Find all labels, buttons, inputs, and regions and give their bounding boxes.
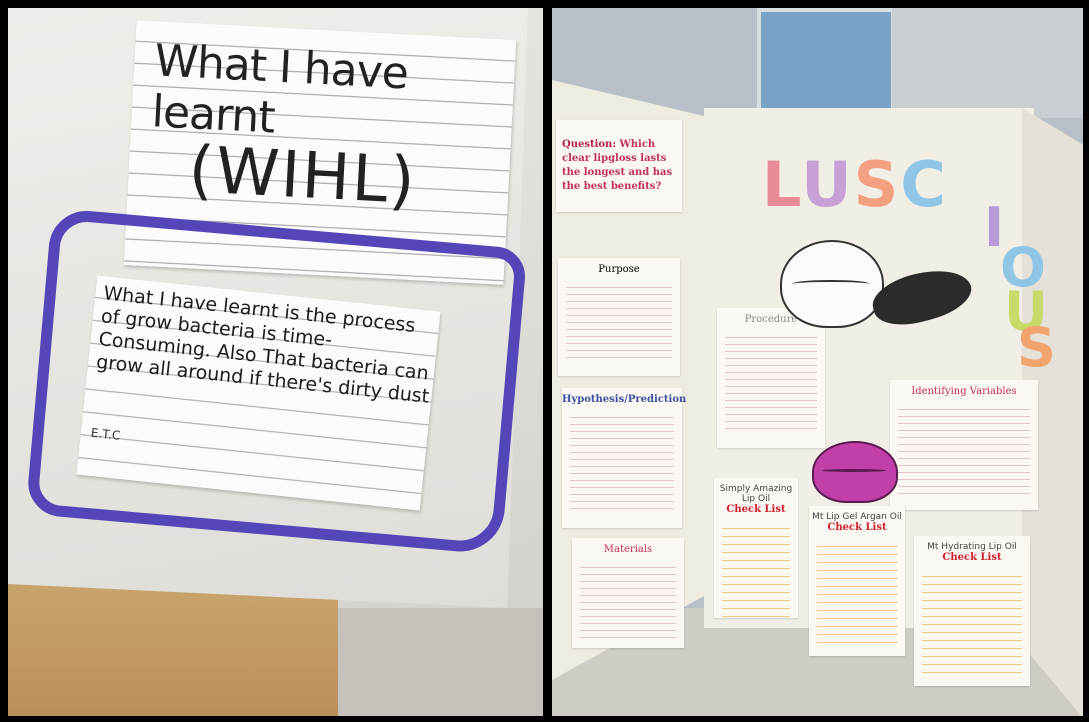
tile-floor	[338, 608, 543, 716]
wall	[892, 8, 1083, 118]
title-letter: S	[853, 148, 901, 221]
pink-lips-icon	[812, 441, 898, 503]
title-letter: S	[1017, 316, 1056, 379]
wihl-title-line2: (WIHL)	[186, 133, 419, 220]
checklist-title: Check List	[827, 522, 887, 533]
checklist-product-name: Mt Hydrating Lip Oil	[927, 542, 1017, 552]
board-title: LUSC	[762, 148, 948, 221]
checklist-sheet-2: Mt Lip Gel Argan Oil Check List	[809, 506, 905, 656]
hypothesis-sheet: Hypothesis/Prediction	[562, 388, 687, 528]
procedure-sheet: Procedure	[717, 308, 825, 448]
materials-heading: Materials	[603, 544, 653, 555]
title-letter: L	[762, 148, 802, 221]
right-photo: Question: Which clear lipgloss lasts the…	[552, 8, 1083, 716]
question-text: Question: Which clear lipgloss lasts the…	[556, 120, 682, 212]
checklist-sheet-3: Mt Hydrating Lip Oil Check List	[914, 536, 1030, 686]
window	[757, 8, 895, 116]
hypothesis-heading: Hypothesis/Prediction	[562, 394, 687, 405]
left-photo: What I have learnt (WIHL) What I have le…	[8, 8, 543, 716]
wooden-floor	[8, 583, 338, 716]
lips-drawing-icon	[780, 240, 884, 328]
materials-sheet: Materials	[572, 538, 684, 648]
checklist-product-name: Mt Lip Gel Argan Oil	[812, 512, 902, 522]
checklist-sheet-1: Simply Amazing Lip Oil Check List	[714, 478, 798, 619]
checklist-title: Check List	[942, 552, 1002, 563]
question-prefix: Question:	[562, 139, 617, 150]
checklist-title: Check List	[726, 504, 786, 515]
variables-heading: Identifying Variables	[911, 386, 1017, 397]
checklist-product-name: Simply Amazing Lip Oil	[719, 484, 793, 504]
title-letter: U	[801, 148, 854, 221]
title-letter: C	[900, 148, 948, 221]
purpose-heading: Purpose	[598, 264, 640, 275]
variables-sheet: Identifying Variables	[890, 380, 1038, 510]
wihl-note-card: What I have learnt is the process of gro…	[76, 275, 441, 511]
wihl-note-etc: E.T.C	[90, 425, 122, 443]
purpose-sheet: Purpose	[558, 258, 680, 376]
question-sheet: Question: Which clear lipgloss lasts the…	[556, 120, 682, 212]
